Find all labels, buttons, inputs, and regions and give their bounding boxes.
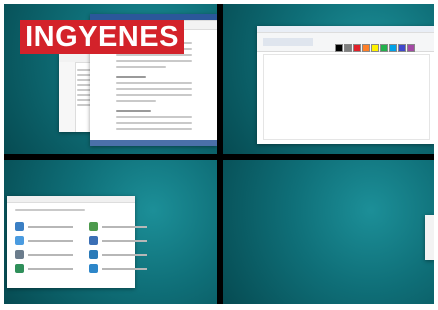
color-swatch[interactable] (335, 44, 343, 52)
cp-category-item[interactable] (15, 236, 73, 245)
four-pane-snap-grid: INGYENES (4, 4, 434, 304)
network-icon (15, 236, 24, 245)
system-security-icon (15, 222, 24, 231)
color-swatch[interactable] (389, 44, 397, 52)
color-swatch[interactable] (398, 44, 406, 52)
color-swatch[interactable] (371, 44, 379, 52)
programs-icon (15, 264, 24, 273)
cp-category-item[interactable] (89, 236, 147, 245)
control-panel-window[interactable] (7, 196, 147, 288)
wallpaper (223, 160, 434, 304)
free-banner: INGYENES (20, 20, 184, 54)
ease-of-access-icon (89, 264, 98, 273)
screenshot-frame: INGYENES (0, 0, 438, 310)
pane-bottom-right (223, 160, 434, 304)
user-accounts-icon (89, 222, 98, 231)
paint-canvas[interactable] (263, 54, 430, 140)
cp-category-item[interactable] (89, 250, 147, 259)
hardware-icon (15, 250, 24, 259)
paint-window[interactable] (257, 26, 434, 144)
paint-ribbon[interactable] (257, 33, 434, 52)
word-status-bar (90, 140, 217, 146)
tools-group[interactable] (263, 38, 313, 46)
cp-category-item[interactable] (89, 222, 147, 231)
pane-top-right (223, 4, 434, 154)
window-titlebar[interactable] (7, 196, 135, 203)
appearance-icon (89, 236, 98, 245)
pane-bottom-left (4, 160, 217, 304)
cp-category-item[interactable] (89, 264, 147, 273)
clock-region-icon (89, 250, 98, 259)
cp-category-item[interactable] (15, 222, 73, 231)
window-titlebar[interactable] (257, 26, 434, 33)
explorer-sidebar (59, 62, 76, 132)
color-swatch[interactable] (362, 44, 370, 52)
cp-category-item[interactable] (15, 250, 73, 259)
color-swatch[interactable] (353, 44, 361, 52)
color-swatch[interactable] (344, 44, 352, 52)
color-swatch[interactable] (380, 44, 388, 52)
color-swatch[interactable] (407, 44, 415, 52)
cp-category-item[interactable] (15, 264, 73, 273)
partial-window[interactable] (425, 215, 434, 260)
pane-top-left: INGYENES (4, 4, 217, 154)
